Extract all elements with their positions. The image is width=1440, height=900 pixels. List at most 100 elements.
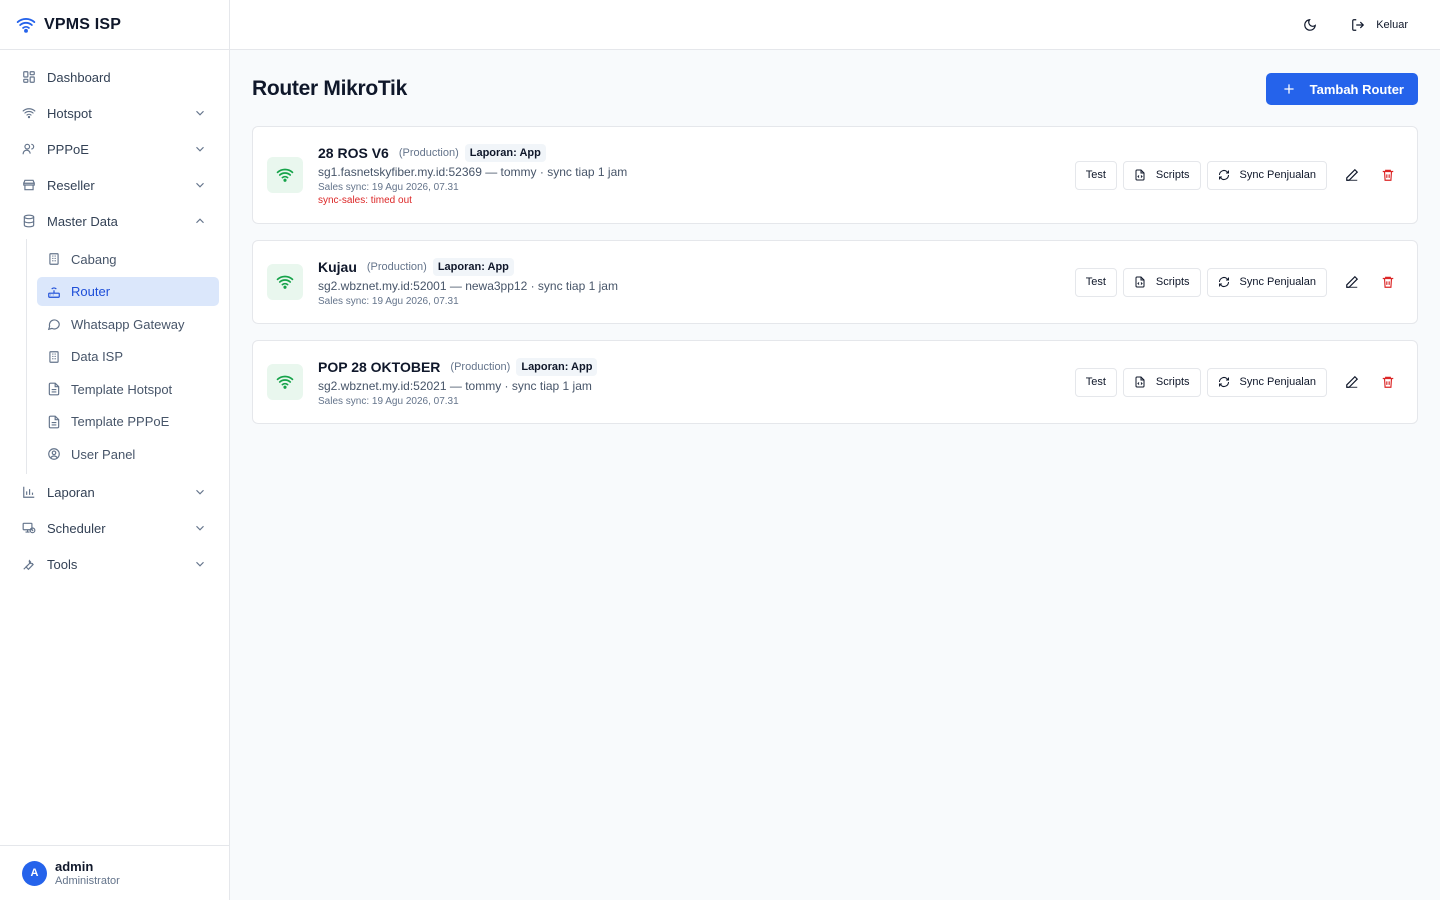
sidebar-item-pppoe[interactable]: PPPoE — [0, 131, 229, 167]
router-card: Kujau (Production) Laporan: App sg2.wbzn… — [252, 240, 1418, 324]
add-router-button[interactable]: Tambah Router — [1265, 73, 1418, 105]
router-host: sg1.fasnetskyfiber.my.id:52369 — tommy ·… — [318, 165, 628, 179]
main-area: Keluar Router MikroTik Tambah Router 28 … — [230, 0, 1440, 900]
add-router-label: Tambah Router — [1309, 81, 1404, 97]
sidebar-subitem-template-pppoe[interactable]: Template PPPoE — [37, 407, 219, 436]
test-button[interactable]: Test — [1074, 267, 1117, 297]
chevron-up-icon — [196, 218, 204, 224]
user-circle-icon — [48, 448, 60, 460]
router-sales-sync: Sales sync: 19 Agu 2026, 07.31 — [318, 295, 459, 307]
page-header: Router MikroTik Tambah Router — [252, 72, 1418, 106]
router-actions: Test Scripts Sync Penjualan — [1074, 267, 1403, 297]
sidebar-item-label: Dashboard — [47, 69, 111, 85]
sidebar-subitem-template-hotspot[interactable]: Template Hotspot — [37, 375, 219, 404]
refresh-icon — [1218, 377, 1229, 387]
delete-button[interactable] — [1373, 267, 1403, 297]
sidebar-subitem-label: Router — [71, 284, 111, 299]
sidebar-item-reseller[interactable]: Reseller — [0, 167, 229, 203]
database-icon — [23, 214, 35, 228]
user-profile[interactable]: A admin Administrator — [0, 845, 229, 900]
logout-button[interactable]: Keluar — [1351, 18, 1408, 32]
report-badge: Laporan: App — [432, 257, 514, 276]
sync-sales-button[interactable]: Sync Penjualan — [1206, 160, 1327, 190]
router-actions: Test Scripts Sync Penjualan — [1074, 160, 1403, 190]
router-sales-sync: Sales sync: 19 Agu 2026, 07.31 — [318, 395, 459, 407]
edit-button[interactable] — [1337, 267, 1367, 297]
router-icon — [48, 286, 60, 298]
building-icon — [49, 253, 59, 265]
refresh-icon — [1218, 277, 1229, 287]
router-status-icon — [267, 264, 303, 300]
users-icon — [22, 143, 35, 155]
sidebar-subitem-cabang[interactable]: Cabang — [37, 245, 219, 274]
sidebar-item-hotspot[interactable]: Hotspot — [0, 95, 229, 131]
theme-toggle-button[interactable] — [1303, 18, 1317, 32]
trash-icon — [1382, 169, 1394, 181]
sync-sales-button[interactable]: Sync Penjualan — [1206, 267, 1327, 297]
scripts-button[interactable]: Scripts — [1122, 160, 1201, 190]
logout-label: Keluar — [1376, 18, 1408, 31]
sidebar-subitem-whatsapp-gateway[interactable]: Whatsapp Gateway — [37, 310, 219, 339]
router-name: 28 ROS V6 — [318, 145, 389, 161]
router-host: sg2.wbznet.my.id:52001 — newa3pp12 · syn… — [318, 278, 618, 293]
sidebar-subitem-label: User Panel — [71, 446, 136, 462]
page-content: Router MikroTik Tambah Router 28 ROS V6 … — [230, 50, 1440, 440]
sidebar-item-master-data[interactable]: Master Data — [0, 203, 229, 239]
refresh-icon — [1218, 170, 1229, 180]
router-name: POP 28 OKTOBER — [318, 358, 441, 375]
test-button[interactable]: Test — [1074, 160, 1117, 190]
scripts-button[interactable]: Scripts — [1122, 367, 1201, 397]
avatar: A — [22, 860, 47, 886]
edit-button[interactable] — [1337, 367, 1367, 397]
wifi-icon — [276, 168, 294, 182]
scripts-label: Scripts — [1155, 169, 1190, 181]
sidebar-item-label: Reseller — [47, 177, 95, 193]
edit-button[interactable] — [1337, 160, 1367, 190]
trash-icon — [1382, 376, 1394, 388]
brand[interactable]: VPMS ISP — [0, 0, 229, 50]
sidebar-item-label: Hotspot — [47, 105, 92, 121]
router-status-icon — [267, 364, 303, 400]
sidebar-subitem-user-panel[interactable]: User Panel — [37, 440, 219, 469]
test-button[interactable]: Test — [1074, 367, 1117, 397]
delete-button[interactable] — [1373, 367, 1403, 397]
router-card: 28 ROS V6 (Production) Laporan: App sg1.… — [252, 126, 1418, 224]
sidebar-item-dashboard[interactable]: Dashboard — [0, 59, 229, 95]
sidebar-item-scheduler[interactable]: Scheduler — [0, 510, 229, 546]
sidebar-item-tools[interactable]: Tools — [0, 546, 229, 582]
sidebar-item-label: Laporan — [47, 484, 95, 500]
router-host: sg2.wbznet.my.id:52021 — tommy · sync ti… — [318, 378, 592, 393]
scripts-button[interactable]: Scripts — [1122, 267, 1201, 297]
sidebar-subitem-router[interactable]: Router — [37, 277, 219, 306]
router-sync-error: sync-sales: timed out — [318, 195, 412, 206]
sync-sales-button[interactable]: Sync Penjualan — [1206, 367, 1327, 397]
sidebar-subitem-label: Whatsapp Gateway — [71, 316, 185, 332]
chevron-down-icon — [196, 182, 204, 188]
message-circle-icon — [47, 319, 60, 331]
sidebar-subitem-label: Data ISP — [71, 349, 124, 364]
sidebar-subitem-data-isp[interactable]: Data ISP — [37, 342, 219, 371]
sidebar-subitem-label: Cabang — [71, 251, 117, 267]
delete-button[interactable] — [1373, 160, 1403, 190]
router-env: (Production) — [398, 147, 459, 159]
router-info: Kujau (Production) Laporan: App sg2.wbzn… — [318, 257, 1075, 307]
trash-icon — [1382, 276, 1394, 288]
wrench-icon — [23, 559, 34, 571]
chevron-down-icon — [196, 561, 204, 567]
wifi-icon — [16, 17, 36, 33]
file-code-icon — [1135, 276, 1145, 288]
router-info: 28 ROS V6 (Production) Laporan: App sg1.… — [318, 144, 1075, 206]
sync-sales-label: Sync Penjualan — [1239, 276, 1316, 288]
pencil-icon — [1346, 168, 1359, 181]
logout-icon — [1352, 18, 1365, 31]
plus-icon — [1283, 84, 1294, 94]
pencil-icon — [1346, 375, 1359, 388]
sidebar-item-laporan[interactable]: Laporan — [0, 474, 229, 510]
report-badge: Laporan: App — [516, 357, 598, 376]
test-label: Test — [1085, 376, 1106, 388]
router-actions: Test Scripts Sync Penjualan — [1074, 367, 1403, 397]
chevron-down-icon — [196, 489, 204, 495]
router-env: (Production) — [450, 360, 511, 373]
sidebar-subitem-label: Template PPPoE — [71, 414, 170, 429]
brand-title: VPMS ISP — [44, 15, 122, 33]
